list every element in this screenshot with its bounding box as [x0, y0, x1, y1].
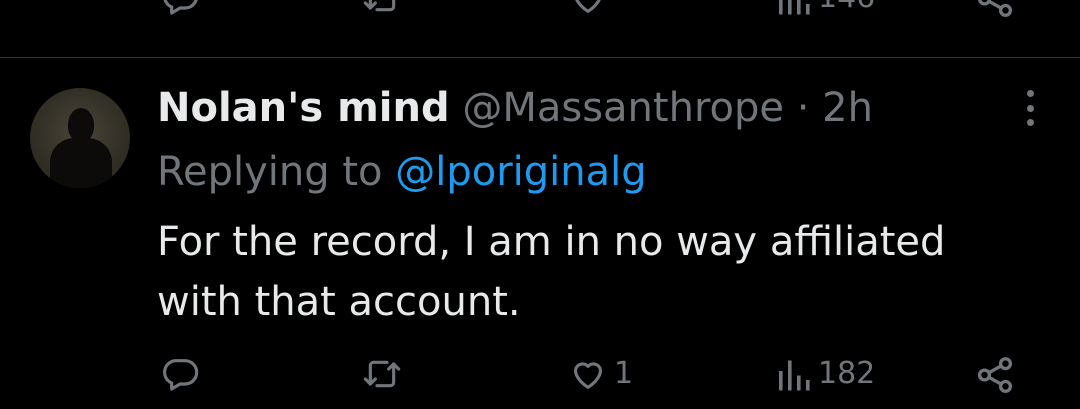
views-button[interactable]: 182 [776, 354, 875, 394]
views-chart-icon [779, 360, 810, 391]
retweet-icon [363, 360, 401, 388]
avatar-silhouette-body [50, 138, 112, 188]
like-button[interactable]: 1 [568, 354, 633, 394]
retweet-icon [363, 0, 396, 12]
retweet-button[interactable] [362, 354, 408, 394]
reply-action-bar: 1 182 [0, 352, 1080, 402]
more-options-dot [1026, 104, 1034, 112]
tweet-thread: 146 Nolan's mind @Massanthrope · 2h Repl… [0, 0, 1080, 409]
tweet-header: Nolan's mind @Massanthrope · 2h [157, 84, 873, 132]
heart-icon [575, 0, 601, 13]
previous-retweet-button[interactable] [362, 0, 402, 18]
tweet-divider [0, 57, 1080, 58]
previous-share-button[interactable] [974, 0, 1016, 20]
more-options-icon [1026, 90, 1034, 97]
previous-like-button[interactable] [568, 0, 608, 18]
reply-icon [163, 0, 198, 15]
tweet-timestamp[interactable]: 2h [822, 85, 873, 131]
avatar-silhouette-head [68, 108, 94, 142]
header-separator: · [796, 85, 810, 131]
previous-views-button[interactable]: 146 [776, 0, 875, 18]
share-icon [978, 0, 1013, 17]
replying-to-mention[interactable]: @lporiginalg [395, 149, 646, 195]
like-count: 1 [614, 356, 634, 391]
share-icon [977, 357, 1013, 393]
replying-to-label: Replying to [157, 149, 396, 195]
reply-icon [163, 359, 199, 391]
previous-tweet-action-bar: 146 [0, 0, 1080, 28]
reply-button[interactable] [160, 354, 206, 394]
previous-views-count: 146 [818, 0, 875, 13]
views-chart-icon [779, 0, 810, 15]
share-button[interactable] [974, 354, 1016, 396]
more-options-button[interactable] [1012, 90, 1048, 126]
user-handle[interactable]: @Massanthrope [462, 85, 784, 131]
tweet-text: For the record, I am in no way affiliate… [157, 219, 946, 325]
heart-icon [573, 362, 603, 389]
avatar[interactable] [30, 88, 130, 188]
replying-to-line: Replying to @lporiginalg [157, 148, 647, 196]
previous-reply-button[interactable] [160, 0, 200, 18]
more-options-dot [1026, 119, 1034, 126]
views-count: 182 [818, 356, 876, 391]
display-name[interactable]: Nolan's mind [157, 85, 450, 131]
